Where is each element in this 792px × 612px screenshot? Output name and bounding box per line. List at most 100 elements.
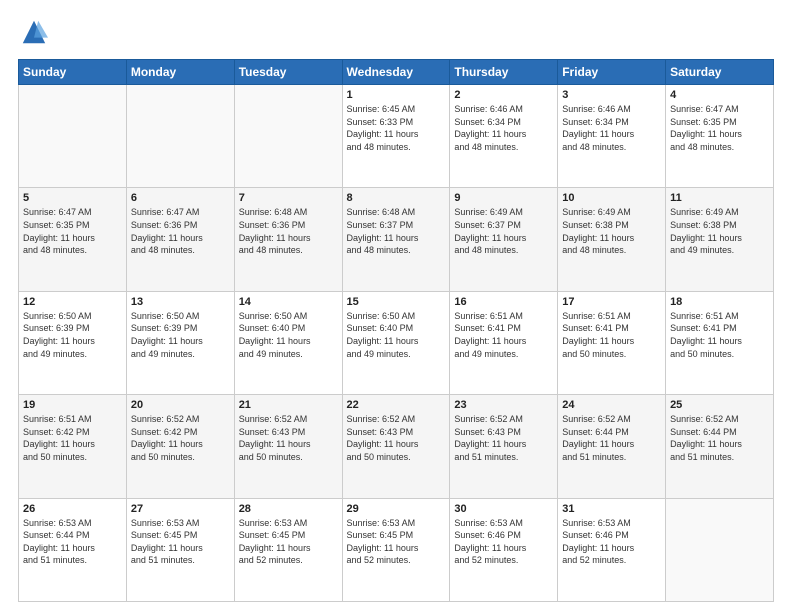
weekday-header-tuesday: Tuesday [234, 60, 342, 85]
weekday-header-thursday: Thursday [450, 60, 558, 85]
calendar-cell: 9Sunrise: 6:49 AM Sunset: 6:37 PM Daylig… [450, 188, 558, 291]
day-number: 26 [23, 503, 122, 515]
calendar-cell: 16 Sunrise: 6:51 AM Sunset: 6:41 PM Dayli… [450, 291, 558, 394]
day-info: Sunrise: 6:52 AM Sunset: 6:44 PM Dayligh… [670, 413, 769, 463]
calendar-cell: 23 Sunrise: 6:52 AM Sunset: 6:43 PM Dayli… [450, 395, 558, 498]
calendar-cell: 17Sunrise: 6:51 AM Sunset: 6:41 PM Dayli… [558, 291, 666, 394]
calendar-cell: 18 Sunrise: 6:51 AM Sunset: 6:41 PM Dayli… [666, 291, 774, 394]
day-info: Sunrise: 6:48 AM Sunset: 6:37 PM Dayligh… [347, 206, 446, 256]
day-number: 4 [670, 89, 769, 101]
calendar-cell: 11Sunrise: 6:49 AM Sunset: 6:38 PM Dayli… [666, 188, 774, 291]
day-info: Sunrise: 6:52 AM Sunset: 6:43 PM Dayligh… [239, 413, 338, 463]
day-info: Sunrise: 6:47 AM Sunset: 6:36 PM Dayligh… [131, 206, 230, 256]
calendar-cell: 26 Sunrise: 6:53 AM Sunset: 6:44 PM Dayli… [19, 498, 127, 601]
day-info: Sunrise: 6:50 AM Sunset: 6:39 PM Dayligh… [131, 310, 230, 360]
weekday-header-row: SundayMondayTuesdayWednesdayThursdayFrid… [19, 60, 774, 85]
day-number: 12 [23, 296, 122, 308]
day-info: Sunrise: 6:52 AM Sunset: 6:43 PM Dayligh… [347, 413, 446, 463]
calendar-cell: 7 Sunrise: 6:48 AM Sunset: 6:36 PM Daylig… [234, 188, 342, 291]
day-info: Sunrise: 6:52 AM Sunset: 6:42 PM Dayligh… [131, 413, 230, 463]
calendar-cell: 20 Sunrise: 6:52 AM Sunset: 6:42 PM Dayli… [126, 395, 234, 498]
day-number: 15 [347, 296, 446, 308]
day-info: Sunrise: 6:51 AM Sunset: 6:41 PM Dayligh… [454, 310, 553, 360]
calendar-cell: 2 Sunrise: 6:46 AM Sunset: 6:34 PM Daylig… [450, 85, 558, 188]
weekday-header-monday: Monday [126, 60, 234, 85]
day-number: 23 [454, 399, 553, 411]
header [18, 18, 774, 51]
calendar-cell: 29 Sunrise: 6:53 AM Sunset: 6:45 PM Dayli… [342, 498, 450, 601]
day-number: 9 [454, 192, 553, 204]
calendar-cell: 1 Sunrise: 6:45 AM Sunset: 6:33 PM Daylig… [342, 85, 450, 188]
calendar-cell: 14 Sunrise: 6:50 AM Sunset: 6:40 PM Dayli… [234, 291, 342, 394]
day-info: Sunrise: 6:47 AM Sunset: 6:35 PM Dayligh… [670, 103, 769, 153]
day-number: 28 [239, 503, 338, 515]
calendar-cell: 5Sunrise: 6:47 AM Sunset: 6:35 PM Daylig… [19, 188, 127, 291]
calendar-cell: 8 Sunrise: 6:48 AM Sunset: 6:37 PM Daylig… [342, 188, 450, 291]
calendar-table: SundayMondayTuesdayWednesdayThursdayFrid… [18, 59, 774, 602]
day-info: Sunrise: 6:50 AM Sunset: 6:40 PM Dayligh… [239, 310, 338, 360]
day-info: Sunrise: 6:45 AM Sunset: 6:33 PM Dayligh… [347, 103, 446, 153]
day-number: 8 [347, 192, 446, 204]
day-number: 11 [670, 192, 769, 204]
calendar-cell: 19 Sunrise: 6:51 AM Sunset: 6:42 PM Dayli… [19, 395, 127, 498]
weekday-header-sunday: Sunday [19, 60, 127, 85]
day-number: 22 [347, 399, 446, 411]
day-info: Sunrise: 6:53 AM Sunset: 6:45 PM Dayligh… [347, 517, 446, 567]
logo-icon [20, 18, 48, 46]
week-row-4: 19 Sunrise: 6:51 AM Sunset: 6:42 PM Dayli… [19, 395, 774, 498]
day-info: Sunrise: 6:50 AM Sunset: 6:40 PM Dayligh… [347, 310, 446, 360]
week-row-5: 26 Sunrise: 6:53 AM Sunset: 6:44 PM Dayli… [19, 498, 774, 601]
day-number: 14 [239, 296, 338, 308]
day-number: 25 [670, 399, 769, 411]
page: SundayMondayTuesdayWednesdayThursdayFrid… [0, 0, 792, 612]
logo [18, 18, 52, 51]
day-info: Sunrise: 6:51 AM Sunset: 6:41 PM Dayligh… [670, 310, 769, 360]
day-info: Sunrise: 6:51 AM Sunset: 6:42 PM Dayligh… [23, 413, 122, 463]
calendar-cell: 12 Sunrise: 6:50 AM Sunset: 6:39 PM Dayli… [19, 291, 127, 394]
weekday-header-friday: Friday [558, 60, 666, 85]
calendar-cell: 15 Sunrise: 6:50 AM Sunset: 6:40 PM Dayli… [342, 291, 450, 394]
day-number: 19 [23, 399, 122, 411]
day-number: 18 [670, 296, 769, 308]
day-number: 20 [131, 399, 230, 411]
day-number: 10 [562, 192, 661, 204]
day-info: Sunrise: 6:53 AM Sunset: 6:45 PM Dayligh… [131, 517, 230, 567]
day-number: 21 [239, 399, 338, 411]
day-info: Sunrise: 6:53 AM Sunset: 6:44 PM Dayligh… [23, 517, 122, 567]
day-number: 3 [562, 89, 661, 101]
weekday-header-saturday: Saturday [666, 60, 774, 85]
week-row-1: 1 Sunrise: 6:45 AM Sunset: 6:33 PM Daylig… [19, 85, 774, 188]
calendar-cell: 27Sunrise: 6:53 AM Sunset: 6:45 PM Dayli… [126, 498, 234, 601]
day-info: Sunrise: 6:48 AM Sunset: 6:36 PM Dayligh… [239, 206, 338, 256]
week-row-2: 5Sunrise: 6:47 AM Sunset: 6:35 PM Daylig… [19, 188, 774, 291]
day-number: 7 [239, 192, 338, 204]
calendar-cell: 21 Sunrise: 6:52 AM Sunset: 6:43 PM Dayli… [234, 395, 342, 498]
calendar-cell: 6 Sunrise: 6:47 AM Sunset: 6:36 PM Daylig… [126, 188, 234, 291]
calendar-cell: 3Sunrise: 6:46 AM Sunset: 6:34 PM Daylig… [558, 85, 666, 188]
day-info: Sunrise: 6:50 AM Sunset: 6:39 PM Dayligh… [23, 310, 122, 360]
day-number: 1 [347, 89, 446, 101]
day-info: Sunrise: 6:46 AM Sunset: 6:34 PM Dayligh… [454, 103, 553, 153]
day-info: Sunrise: 6:52 AM Sunset: 6:43 PM Dayligh… [454, 413, 553, 463]
calendar-cell: 4 Sunrise: 6:47 AM Sunset: 6:35 PM Daylig… [666, 85, 774, 188]
calendar-cell: 30 Sunrise: 6:53 AM Sunset: 6:46 PM Dayli… [450, 498, 558, 601]
calendar-cell: 10 Sunrise: 6:49 AM Sunset: 6:38 PM Dayli… [558, 188, 666, 291]
day-number: 6 [131, 192, 230, 204]
calendar-cell: 13Sunrise: 6:50 AM Sunset: 6:39 PM Dayli… [126, 291, 234, 394]
day-info: Sunrise: 6:53 AM Sunset: 6:45 PM Dayligh… [239, 517, 338, 567]
day-number: 5 [23, 192, 122, 204]
calendar-cell: 28 Sunrise: 6:53 AM Sunset: 6:45 PM Dayli… [234, 498, 342, 601]
calendar-cell [126, 85, 234, 188]
calendar-cell: 25 Sunrise: 6:52 AM Sunset: 6:44 PM Dayli… [666, 395, 774, 498]
day-number: 29 [347, 503, 446, 515]
day-number: 24 [562, 399, 661, 411]
week-row-3: 12 Sunrise: 6:50 AM Sunset: 6:39 PM Dayli… [19, 291, 774, 394]
day-info: Sunrise: 6:49 AM Sunset: 6:38 PM Dayligh… [562, 206, 661, 256]
weekday-header-wednesday: Wednesday [342, 60, 450, 85]
day-number: 30 [454, 503, 553, 515]
calendar-cell [234, 85, 342, 188]
day-number: 16 [454, 296, 553, 308]
day-info: Sunrise: 6:53 AM Sunset: 6:46 PM Dayligh… [562, 517, 661, 567]
day-info: Sunrise: 6:53 AM Sunset: 6:46 PM Dayligh… [454, 517, 553, 567]
day-number: 2 [454, 89, 553, 101]
